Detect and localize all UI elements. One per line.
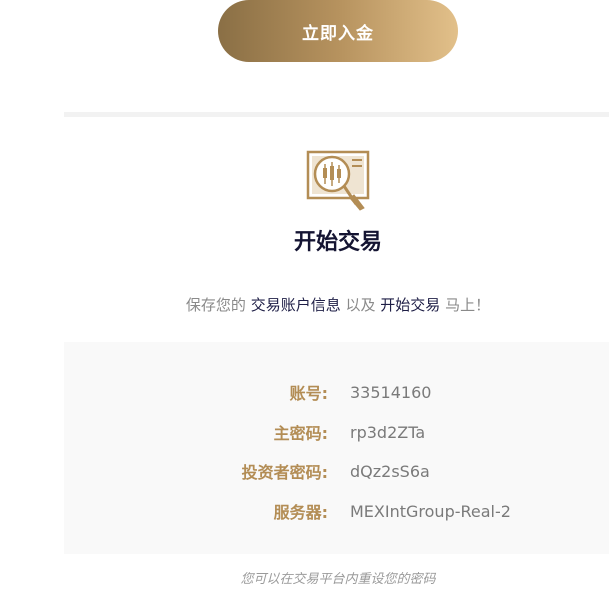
account-number-row: 账号: 33514160 [64,380,609,404]
subtitle-highlight-account-info: 交易账户信息 [250,296,341,314]
start-trading-subtitle: 保存您的 交易账户信息 以及 开始交易 马上！ [0,294,609,315]
account-info-panel: 账号: 33514160 主密码: rp3d2ZTa 投资者密码: dQz2sS… [64,342,609,554]
subtitle-text-3: 马上！ [445,296,491,314]
account-number-value: 33514160 [350,382,432,402]
investor-password-label: 投资者密码: [241,463,328,482]
server-row: 服务器: MEXIntGroup-Real-2 [64,499,609,523]
investor-password-row: 投资者密码: dQz2sS6a [64,459,609,483]
master-password-value: rp3d2ZTa [350,422,426,442]
account-number-label: 账号: [289,384,328,403]
account-created-page: 立即入金 开始交易 保存您的 交易账户信息 以及 开始交易 马上！ 账号: 33… [0,0,609,600]
chart-magnifier-icon [306,150,370,211]
section-divider [64,112,609,117]
master-password-row: 主密码: rp3d2ZTa [64,420,609,444]
subtitle-text-1: 保存您的 [185,296,246,314]
reset-password-note: 您可以在交易平台内重设您的密码 [240,572,436,587]
subtitle-text-2: 以及 [345,296,376,314]
start-trading-title: 开始交易 [293,230,382,255]
server-label: 服务器: [273,503,328,522]
investor-password-value: dQz2sS6a [350,461,430,481]
server-value: MEXIntGroup-Real-2 [350,501,511,521]
deposit-now-button[interactable]: 立即入金 [218,0,458,62]
subtitle-highlight-start-trading: 开始交易 [380,296,441,314]
master-password-label: 主密码: [273,424,328,443]
